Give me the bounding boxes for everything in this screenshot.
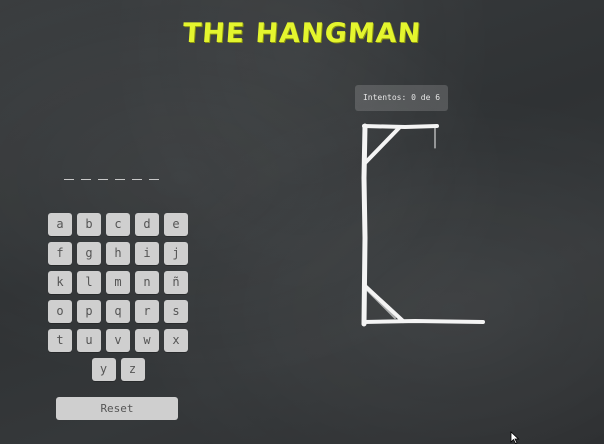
word-letter-slot <box>149 178 159 180</box>
gallows-drawing <box>361 123 485 327</box>
key-f[interactable]: f <box>48 242 72 265</box>
key-g[interactable]: g <box>77 242 101 265</box>
word-letter-slot <box>98 178 108 180</box>
word-letter-slot <box>81 178 91 180</box>
key-p[interactable]: p <box>77 300 101 323</box>
key-l[interactable]: l <box>77 271 101 294</box>
key-j[interactable]: j <box>164 242 188 265</box>
key-v[interactable]: v <box>106 329 130 352</box>
reset-button[interactable]: Reset <box>56 397 178 420</box>
gallows-top-brace <box>363 126 401 165</box>
gallows-post <box>361 123 368 327</box>
key-o[interactable]: o <box>48 300 72 323</box>
key-q[interactable]: q <box>106 300 130 323</box>
key-n[interactable]: n <box>135 271 159 294</box>
key-e[interactable]: e <box>164 213 188 236</box>
key-w[interactable]: w <box>135 329 159 352</box>
key-s[interactable]: s <box>164 300 188 323</box>
key-y[interactable]: y <box>91 358 116 381</box>
key-t[interactable]: t <box>48 329 72 352</box>
gallows-base <box>362 319 485 324</box>
game-title: THE HANGMAN <box>181 18 423 49</box>
key-ñ[interactable]: ñ <box>164 271 188 294</box>
word-display <box>64 168 159 180</box>
key-c[interactable]: c <box>106 213 130 236</box>
gallows-bottom-brace <box>363 284 405 323</box>
key-m[interactable]: m <box>106 271 130 294</box>
key-h[interactable]: h <box>106 242 130 265</box>
attempts-counter: Intentos: 0 de 6 <box>355 85 448 111</box>
key-b[interactable]: b <box>77 213 101 236</box>
key-a[interactable]: a <box>48 213 72 236</box>
key-r[interactable]: r <box>135 300 159 323</box>
key-d[interactable]: d <box>135 213 159 236</box>
word-letter-slot <box>132 178 142 180</box>
key-k[interactable]: k <box>48 271 72 294</box>
key-x[interactable]: x <box>164 329 188 352</box>
key-z[interactable]: z <box>120 358 145 381</box>
word-letter-slot <box>115 178 125 180</box>
word-letter-slot <box>64 178 74 180</box>
key-i[interactable]: i <box>135 242 159 265</box>
key-u[interactable]: u <box>77 329 101 352</box>
mouse-pointer-icon <box>510 431 520 444</box>
